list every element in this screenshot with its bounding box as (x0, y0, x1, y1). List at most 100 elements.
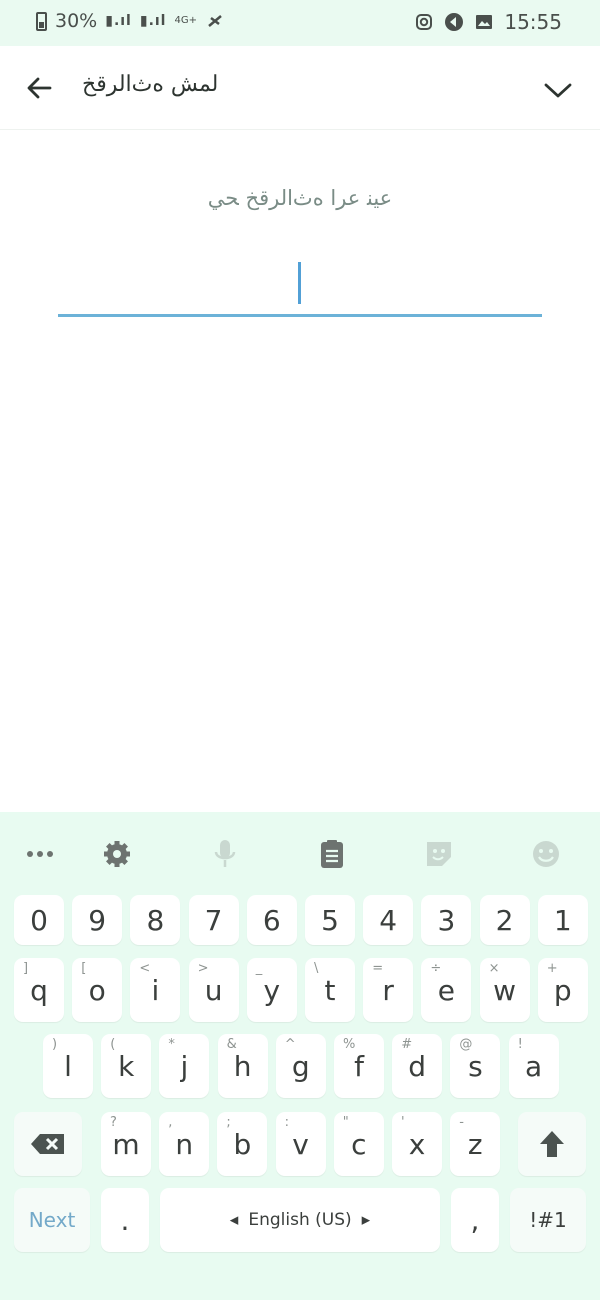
right-arrow-icon: ▸ (361, 1210, 371, 1230)
key-secondary-label: = (372, 961, 384, 976)
key-label: o (88, 973, 106, 1007)
key-secondary-label: ? (110, 1115, 117, 1130)
key-label: 5 (321, 903, 339, 937)
key-0[interactable]: 0 (14, 895, 64, 945)
key-label: p (553, 973, 572, 1007)
shift-key[interactable] (518, 1112, 586, 1176)
key-f[interactable]: % f (334, 1034, 384, 1098)
comma-key[interactable]: , (451, 1188, 499, 1252)
key-secondary-label: [ (81, 961, 87, 976)
key-r[interactable]: = r (363, 958, 414, 1022)
key-label: r (382, 973, 394, 1007)
key-m[interactable]: ? m (101, 1112, 151, 1176)
key-secondary-label: @ (459, 1037, 473, 1052)
key-secondary-label: < (139, 961, 151, 976)
key-w[interactable]: × w (479, 958, 530, 1022)
gallery-icon (474, 12, 494, 32)
key-label: y (263, 973, 281, 1007)
key-label: Next (28, 1208, 76, 1232)
key-label: . (120, 1203, 130, 1237)
period-key[interactable]: . (101, 1188, 149, 1252)
key-t[interactable]: \ t (305, 958, 355, 1022)
key-label: a (525, 1049, 543, 1083)
key-6[interactable]: 6 (246, 895, 297, 945)
keyboard-toolbar (0, 812, 600, 892)
key-label: s (468, 1049, 483, 1083)
key-n[interactable]: ,n (159, 1112, 210, 1176)
app-bar: ﻟﻤﺶ ﻩﺙﺍﻟﺮﻗﺦ (0, 46, 600, 130)
key-u[interactable]: > u (188, 958, 239, 1022)
key-secondary-label: ! (517, 1037, 523, 1052)
key-h[interactable]: & h (217, 1034, 268, 1098)
key-s[interactable]: @ s (450, 1034, 501, 1098)
key-v[interactable]: :v (275, 1112, 326, 1176)
key-label: 2 (495, 903, 514, 937)
key-b[interactable]: ; b (217, 1112, 268, 1176)
key-g[interactable]: ^ g (275, 1034, 326, 1098)
language-label: English (US) (248, 1210, 352, 1230)
arrow-left-icon (27, 77, 52, 99)
key-i[interactable]: < i (130, 958, 181, 1022)
gear-icon[interactable] (97, 836, 137, 872)
key-label: , (470, 1203, 480, 1237)
key-1[interactable]: 1 (537, 895, 588, 945)
telegram-icon (444, 12, 464, 32)
key-2[interactable]: 2 (479, 895, 530, 945)
key-9[interactable]: 9 (72, 895, 123, 945)
key-label: x (408, 1127, 426, 1161)
collapse-button[interactable] (540, 72, 576, 108)
key-4[interactable]: 4 (363, 895, 414, 945)
key-label: 4 (379, 903, 398, 937)
sticker-icon[interactable] (419, 836, 459, 872)
key-label: 8 (146, 903, 165, 937)
key-l[interactable]: ) l (43, 1034, 93, 1098)
key-e[interactable]: ÷ e (421, 958, 472, 1022)
key-label: m (112, 1127, 140, 1161)
clock: 15:55 (504, 10, 562, 34)
backspace-key[interactable] (14, 1112, 82, 1176)
key-q[interactable]: ] q (14, 958, 64, 1022)
key-secondary-label: , (168, 1115, 173, 1130)
key-secondary-label: ; (226, 1115, 231, 1130)
key-a[interactable]: ! a (508, 1034, 559, 1098)
key-y[interactable]: _ y (246, 958, 297, 1022)
key-d[interactable]: # d (392, 1034, 443, 1098)
back-button[interactable] (22, 70, 58, 106)
key-secondary-label: & (226, 1037, 237, 1052)
key-7[interactable]: 7 (188, 895, 239, 945)
next-key[interactable]: Next (14, 1188, 90, 1252)
status-bar: 30% ▮.ıl ▮.ıl 4G+ 15:55 (0, 0, 600, 46)
clipboard-icon[interactable] (312, 836, 352, 872)
key-j[interactable]: * j (159, 1034, 210, 1098)
more-dots-icon[interactable] (20, 836, 60, 872)
key-secondary-label: + (546, 961, 558, 976)
key-label: n (175, 1127, 194, 1161)
key-secondary-label: ' (401, 1115, 405, 1130)
microphone-icon[interactable] (205, 836, 245, 872)
key-label: 3 (437, 903, 456, 937)
key-p[interactable]: + p (537, 958, 588, 1022)
key-c[interactable]: " c (333, 1112, 384, 1176)
instagram-icon (414, 12, 434, 32)
key-z[interactable]: -z (450, 1112, 501, 1176)
key-secondary-label: - (459, 1115, 464, 1130)
key-secondary-label: " (342, 1115, 349, 1130)
key-secondary-label: ÷ (430, 961, 442, 976)
input-field[interactable] (58, 314, 542, 317)
emoji-icon[interactable] (526, 836, 566, 872)
key-5[interactable]: 5 (305, 895, 355, 945)
key-label: b (233, 1127, 252, 1161)
key-secondary-label: × (488, 961, 500, 976)
text-cursor (298, 262, 301, 304)
symbols-key[interactable]: !#1 (510, 1188, 586, 1252)
key-o[interactable]: [o (72, 958, 123, 1022)
key-x[interactable]: ' x (392, 1112, 442, 1176)
key-8[interactable]: 8 (130, 895, 181, 945)
key-3[interactable]: 3 (421, 895, 472, 945)
space-key[interactable]: ◂ English (US) ▸ (160, 1188, 440, 1252)
backspace-icon (31, 1134, 64, 1154)
key-label: d (408, 1049, 427, 1083)
key-label: 7 (204, 903, 223, 937)
key-label: k (118, 1049, 135, 1083)
key-k[interactable]: (k (101, 1034, 152, 1098)
